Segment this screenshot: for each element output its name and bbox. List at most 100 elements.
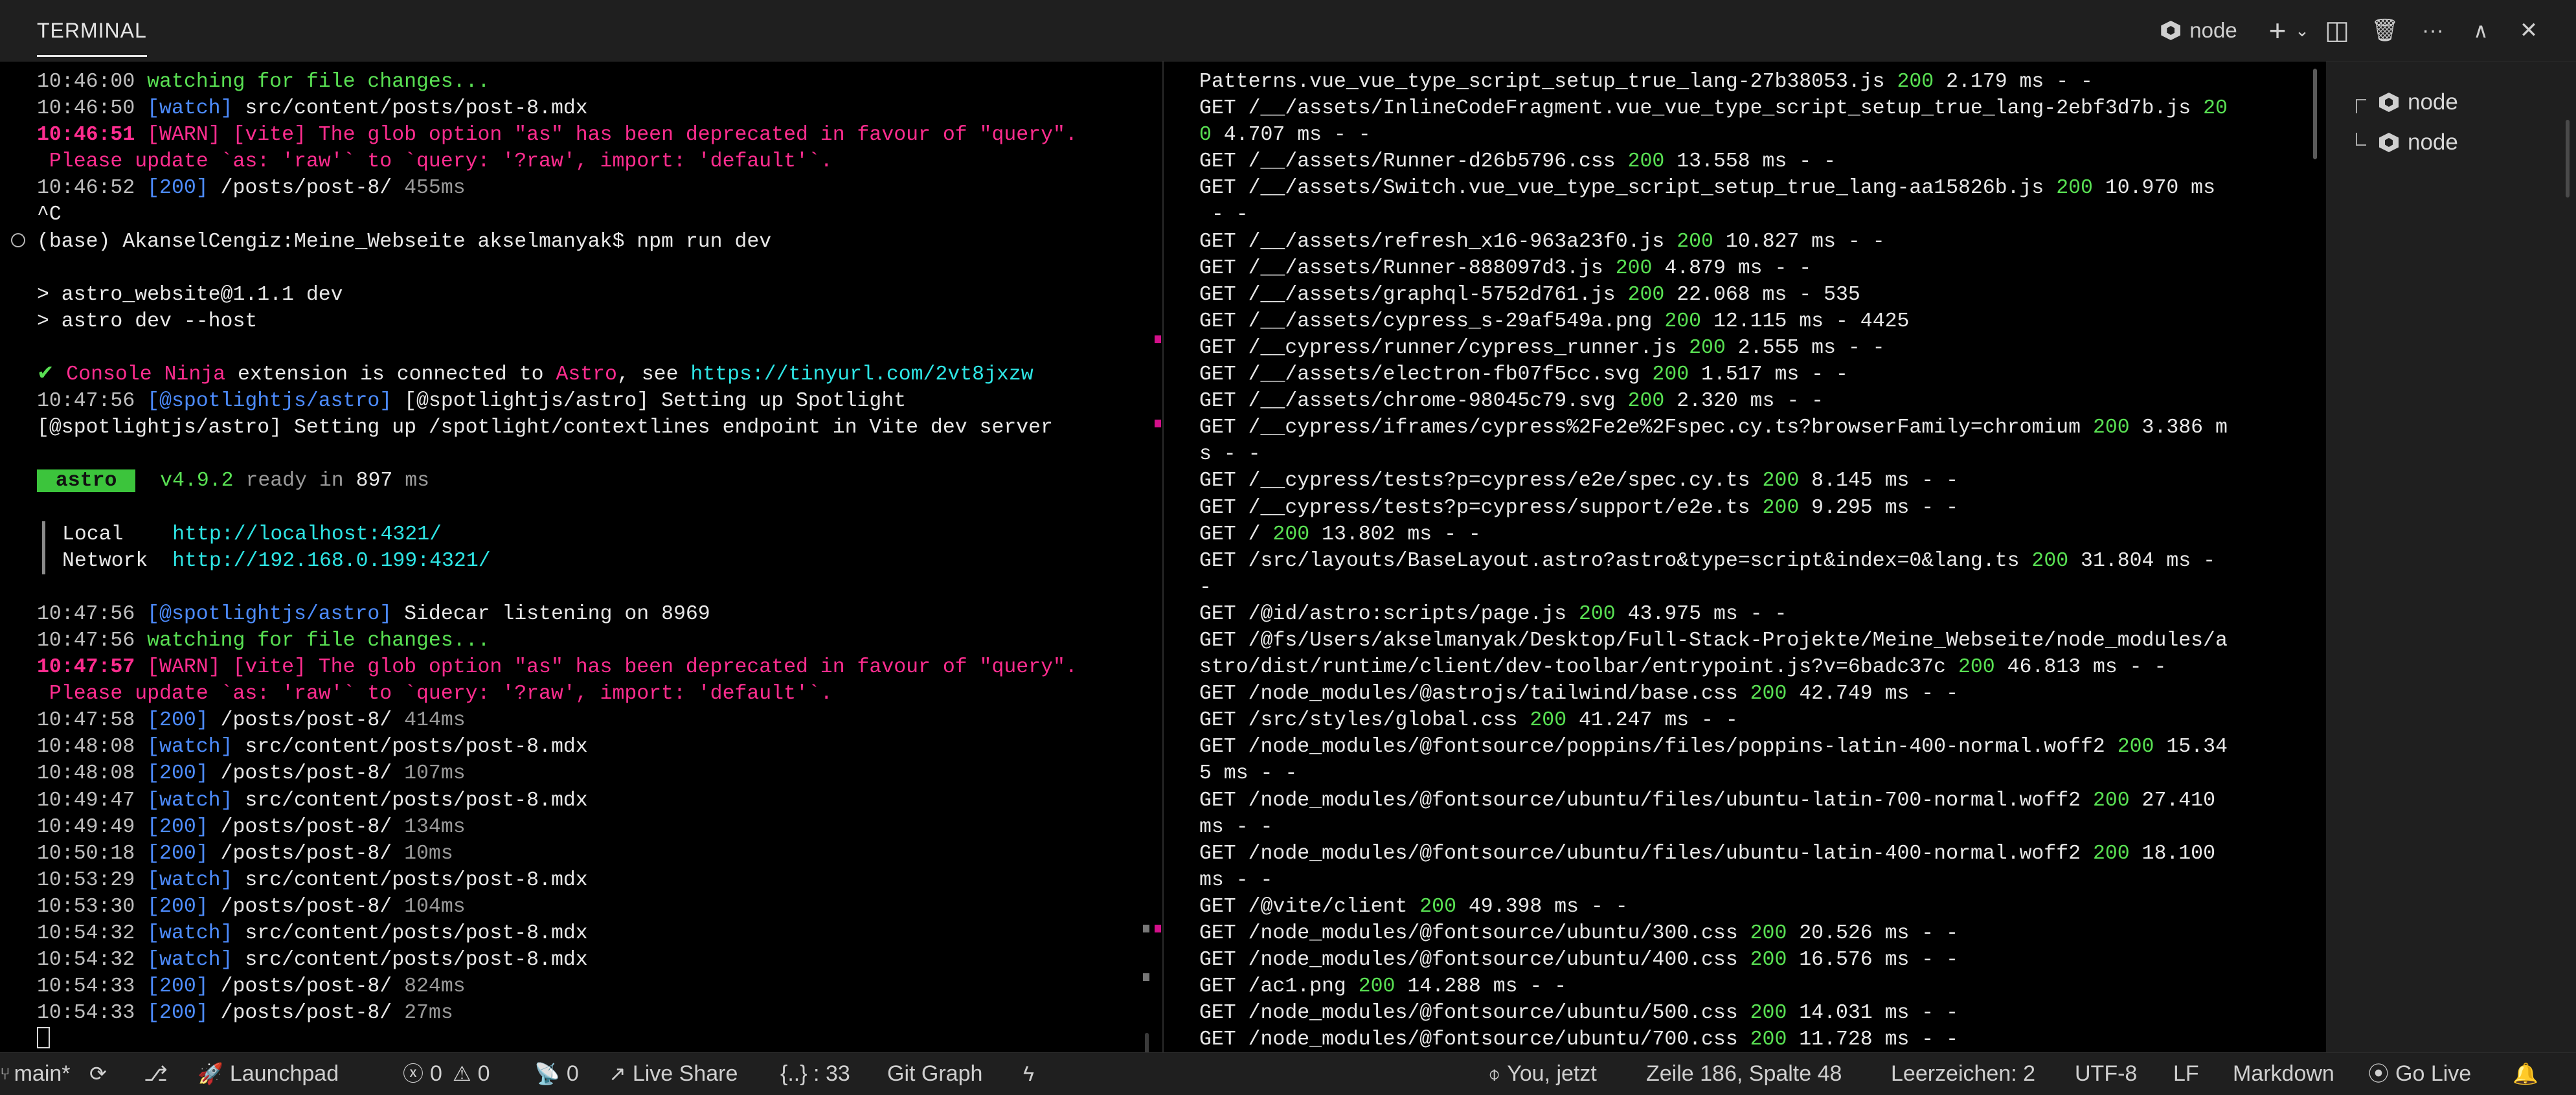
indentation-button[interactable]: Leerzeichen: 2 — [1891, 1053, 2035, 1095]
terminal-cursor — [37, 1027, 50, 1049]
go-live-button[interactable]: ⦿ Go Live — [2368, 1053, 2471, 1095]
terminal-text: /posts/post-8/ — [208, 815, 405, 839]
maximize-panel-icon[interactable]: ∧ — [2457, 0, 2505, 61]
chevron-down-icon[interactable]: ⌄ — [2291, 0, 2313, 61]
terminal-line: GET /@fs/Users/akselmanyak/Desktop/Full-… — [1199, 627, 2228, 654]
terminal-line: s - - — [1199, 441, 2228, 468]
terminal-text: 10:48:08 — [37, 736, 148, 759]
terminal-text: /posts/post-8/ — [208, 1002, 405, 1025]
terminal-text: 1.517 ms - - — [1689, 363, 1848, 387]
sync-button[interactable]: ⟳ — [89, 1053, 113, 1095]
terminal-text: 200 — [1664, 310, 1702, 333]
terminal-pane-right[interactable]: Patterns.vue_vue_type_script_setup_true_… — [1164, 62, 2325, 1052]
terminal-text[interactable]: http://localhost:4321/ — [172, 523, 442, 546]
eol-button[interactable]: LF — [2173, 1053, 2199, 1095]
astro-badge: astro — [37, 469, 136, 493]
terminal-line: stro/dist/runtime/client/dev-toolbar/ent… — [1199, 654, 2228, 681]
terminal-line: GET / 200 13.802 ms - - — [1199, 521, 2228, 548]
terminal-text: 4.707 ms - - — [1211, 124, 1371, 147]
tab-terminal[interactable]: TERMINAL — [37, 0, 147, 61]
terminal-line: GET /src/layouts/BaseLayout.astro?astro&… — [1199, 548, 2228, 574]
terminal-text: 200 — [2092, 789, 2130, 812]
launchpad-button[interactable]: 🚀 Launchpad — [198, 1053, 339, 1095]
trash-icon[interactable]: 🗑 — [2361, 0, 2409, 61]
terminal-text: GET /@fs/Users/akselmanyak/Desktop/Full-… — [1199, 629, 2228, 652]
terminal-text: extension is connected to — [225, 363, 556, 387]
overview-ruler-mark — [1143, 973, 1149, 981]
terminal-text: - - — [1199, 203, 1248, 227]
terminal-line: Patterns.vue_vue_type_script_setup_true_… — [1199, 69, 2228, 95]
terminal-text: GET /@id/astro:scripts/page.js — [1199, 602, 1579, 626]
problems-button[interactable]: ⓧ 0 ⚠ 0 — [403, 1053, 490, 1095]
source-control-button[interactable]: ⎇ — [144, 1053, 174, 1095]
terminal-text: GET /__cypress/runner/cypress_runner.js — [1199, 336, 1689, 359]
terminal-line: > astro dev --host — [37, 308, 1078, 335]
language-mode-button[interactable]: Markdown — [2233, 1053, 2334, 1095]
terminal-list-item[interactable]: node — [2353, 123, 2458, 162]
git-branch-icon: ⑂ — [0, 1064, 10, 1083]
terminal-line: GET /@id/astro:scripts/page.js 200 43.97… — [1199, 601, 2228, 627]
terminal-text[interactable]: https://tinyurl.com/2vt8jxzw — [690, 363, 1033, 386]
terminal-text: 200 — [1689, 336, 1726, 359]
terminal-text: [@spotlightjs/astro] — [147, 602, 392, 626]
terminal-text: [@spotlightjs/astro] — [147, 390, 392, 413]
branch-status[interactable]: ⑂ main* — [0, 1053, 71, 1095]
terminal-text: GET /src/layouts/BaseLayout.astro?astro&… — [1199, 549, 2032, 572]
split-terminal-icon[interactable]: ◫ — [2313, 0, 2361, 61]
encoding-button[interactable]: UTF-8 — [2075, 1053, 2137, 1095]
terminal-text: 0 — [1199, 124, 1212, 147]
more-actions-icon[interactable]: ··· — [2409, 0, 2457, 61]
terminal-text: GET /__/assets/Runner-d26b5796.css — [1199, 150, 1628, 174]
terminal-text: 9.295 ms - - — [1799, 496, 1959, 519]
terminal-text[interactable]: http://192.168.0.199:4321/ — [172, 550, 490, 572]
terminal-line: 10:50:18 [200] /posts/post-8/ 10ms — [37, 841, 1078, 867]
terminal-text: 200 — [2117, 736, 2154, 759]
terminal-text: 134ms — [404, 815, 466, 839]
git-graph-button[interactable]: Git Graph — [887, 1053, 982, 1095]
terminal-text: 42.749 ms - - — [1787, 683, 1959, 706]
terminal-list-item[interactable]: node — [2353, 83, 2458, 122]
live-share-button[interactable]: ↗ Live Share — [609, 1053, 738, 1095]
terminal-line: GET /__cypress/tests?p=cypress/e2e/spec.… — [1199, 468, 2228, 494]
terminal-text: 13.802 ms - - — [1309, 523, 1481, 546]
terminal-line: 10:49:47 [watch] src/content/posts/post-… — [37, 787, 1078, 814]
terminal-line: 10:46:00 watching for file changes... — [37, 69, 1078, 95]
blame-button[interactable]: ⌽ You, jetzt — [1488, 1053, 1597, 1095]
notifications-button[interactable]: 🔔 — [2513, 1053, 2545, 1095]
terminal-list-scrollbar[interactable] — [2566, 120, 2570, 198]
terminal-text: [@spotlightjs/astro] Setting up /spotlig… — [37, 416, 1053, 440]
terminal-text: 200 — [1419, 895, 1456, 918]
terminal-pane-left[interactable]: 10:46:00 watching for file changes... 10:… — [0, 62, 1162, 1052]
terminal-text: 5 ms - - — [1199, 762, 1298, 785]
add-terminal-icon[interactable]: + — [2264, 0, 2291, 61]
scrollbar-right[interactable] — [2313, 69, 2317, 159]
terminal-text: ms - - — [1199, 815, 1273, 839]
terminal-text: 31.804 ms - — [2068, 549, 2215, 572]
scope-indicator[interactable]: {..} : 33 — [780, 1053, 850, 1095]
status-bar: ⑂ main* ⟳ ⎇ 🚀 Launchpad ⓧ 0 ⚠ 0 📡 0 ↗ Li… — [0, 1052, 2576, 1095]
terminal-line: 10:47:56 [@spotlightjs/astro] Sidecar li… — [37, 601, 1078, 627]
cursor-position-button[interactable]: Zeile 186, Spalte 48 — [1646, 1053, 1842, 1095]
terminal-line: ✔ Console Ninja extension is connected t… — [37, 361, 1078, 388]
scrollbar-left[interactable] — [1145, 1033, 1149, 1052]
terminal-name-button[interactable]: node — [2134, 0, 2264, 61]
lightning-button[interactable]: ϟ — [1023, 1053, 1041, 1095]
close-panel-icon[interactable]: ✕ — [2505, 0, 2553, 61]
terminal-text: /posts/post-8/ — [208, 177, 405, 200]
launchpad-label: Launchpad — [229, 1061, 339, 1086]
terminal-text: 10.827 ms - - — [1713, 230, 1885, 253]
terminal-output-right: Patterns.vue_vue_type_script_setup_true_… — [1199, 69, 2228, 1052]
terminal-text: 4.879 ms - - — [1652, 256, 1812, 280]
terminal-text: 200 — [1627, 283, 1665, 306]
node-icon — [2161, 21, 2181, 40]
terminal-line: Local http://localhost:4321/ — [42, 521, 1078, 548]
rocket-icon: 🚀 — [198, 1062, 223, 1085]
overview-ruler-mark — [1155, 420, 1161, 427]
scope-label: {..} : 33 — [780, 1061, 850, 1086]
git-graph-label: Git Graph — [887, 1061, 983, 1086]
terminal-text: 20.526 ms - - — [1787, 922, 1959, 945]
terminal-text: src/content/posts/post-8.mdx — [232, 949, 588, 972]
ports-button[interactable]: 📡 0 — [534, 1053, 579, 1095]
server-address-label: Network — [62, 549, 173, 572]
